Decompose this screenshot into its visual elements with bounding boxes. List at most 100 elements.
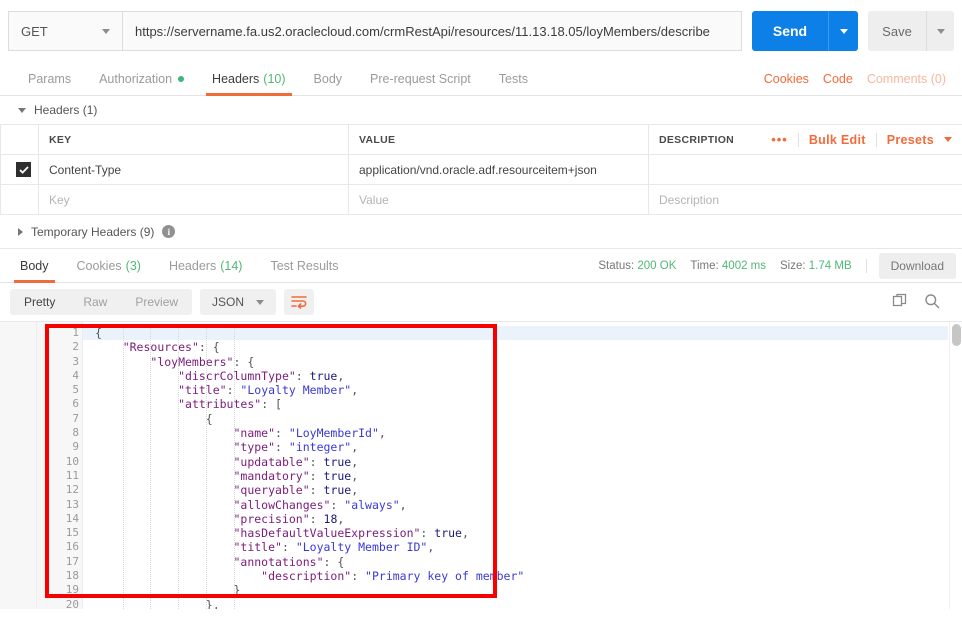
- code-line: },: [95, 598, 948, 609]
- send-button[interactable]: Send: [752, 11, 828, 51]
- line-number: 20: [37, 598, 82, 609]
- scrollbar-thumb[interactable]: [952, 324, 961, 346]
- tab-pre-request-script[interactable]: Pre-request Script: [356, 62, 485, 95]
- code-line: "queryable": true,: [95, 483, 948, 497]
- line-number: 3: [37, 355, 82, 369]
- code-line: }: [95, 583, 948, 597]
- new-row-description-input[interactable]: Description: [649, 185, 962, 215]
- line-number: 14: [37, 512, 82, 526]
- code-content[interactable]: { "Resources": { "loyMembers": { "discrC…: [83, 322, 948, 609]
- tab-label: Headers: [212, 72, 259, 86]
- new-row-key-input[interactable]: Key: [39, 185, 349, 215]
- copy-icon[interactable]: [892, 293, 908, 312]
- tab-authorization[interactable]: Authorization: [85, 62, 198, 95]
- response-body-code-viewer: 1234567891011121314151617181920 { "Resou…: [0, 321, 962, 609]
- response-body-actions: [892, 293, 952, 312]
- size-badge: Size: 1.74 MB: [780, 260, 852, 272]
- code-line: "description": "Primary key of member": [95, 569, 948, 583]
- authorization-status-dot-icon: [178, 76, 184, 82]
- download-button[interactable]: Download: [879, 253, 956, 279]
- code-line: "title": "Loyalty Member",: [95, 383, 948, 397]
- row-description-input[interactable]: [649, 155, 962, 185]
- row-value-input[interactable]: application/vnd.oracle.adf.resourceitem+…: [349, 155, 649, 185]
- status-label: Status:: [598, 260, 634, 272]
- new-row-checkbox-cell: [1, 185, 39, 215]
- bulk-edit-button[interactable]: Bulk Edit: [809, 133, 866, 147]
- view-mode-raw[interactable]: Raw: [69, 289, 121, 315]
- chevron-down-icon: [102, 29, 110, 34]
- request-tab-bar: Params Authorization Headers (10) Body P…: [0, 62, 962, 96]
- line-number: 12: [37, 483, 82, 497]
- send-options-button[interactable]: [828, 11, 858, 51]
- tab-test-results[interactable]: Test Results: [256, 249, 352, 282]
- headers-section-title-row[interactable]: Headers (1): [0, 96, 962, 124]
- cookies-link[interactable]: Cookies: [764, 72, 809, 86]
- line-number: 5: [37, 383, 82, 397]
- header-cell-key: KEY: [39, 125, 349, 155]
- save-button[interactable]: Save: [868, 11, 926, 51]
- row-enabled-checkbox[interactable]: [16, 162, 31, 177]
- request-url-input[interactable]: https://servername.fa.us2.oraclecloud.co…: [123, 11, 742, 51]
- line-number: 13: [37, 498, 82, 512]
- headers-section-title: Headers (1): [34, 103, 97, 117]
- tab-response-cookies[interactable]: Cookies (3): [63, 249, 155, 282]
- time-badge: Time: 4002 ms: [690, 260, 766, 272]
- code-line: "updatable": true,: [95, 455, 948, 469]
- line-number: 17: [37, 555, 82, 569]
- collapse-triangle-icon: [18, 108, 26, 113]
- header-cell-value: VALUE: [349, 125, 649, 155]
- chevron-down-icon: [840, 29, 848, 34]
- header-cell-checkbox: [1, 125, 39, 155]
- view-mode-pretty[interactable]: Pretty: [10, 289, 69, 315]
- tab-label: Body: [314, 72, 343, 86]
- code-line: {: [95, 412, 948, 426]
- header-cell-description-label: DESCRIPTION: [659, 134, 734, 146]
- status-value: 200 OK: [637, 260, 676, 272]
- temporary-headers-label: Temporary Headers (9): [31, 225, 154, 239]
- line-number: 4: [37, 369, 82, 383]
- divider: [798, 133, 799, 147]
- tab-params[interactable]: Params: [14, 62, 85, 95]
- response-format-select[interactable]: JSON: [200, 289, 276, 315]
- word-wrap-icon[interactable]: [284, 289, 314, 315]
- http-method-select[interactable]: GET: [8, 11, 123, 51]
- tab-label: Tests: [499, 72, 528, 86]
- tab-tests[interactable]: Tests: [485, 62, 542, 95]
- header-tools: DESCRIPTION ••• Bulk Edit Presets: [659, 125, 952, 154]
- view-mode-preview[interactable]: Preview: [121, 289, 192, 315]
- status-badge: Status: 200 OK: [598, 260, 676, 272]
- code-link[interactable]: Code: [823, 72, 853, 86]
- line-number: 16: [37, 540, 82, 554]
- temporary-headers-row[interactable]: Temporary Headers (9) i: [0, 215, 962, 249]
- tab-body[interactable]: Body: [300, 62, 357, 95]
- tab-count: (3): [126, 259, 141, 273]
- code-editor[interactable]: 1234567891011121314151617181920 { "Resou…: [37, 322, 948, 609]
- search-icon[interactable]: [924, 293, 940, 312]
- request-tab-actions: Cookies Code Comments (0): [764, 62, 948, 95]
- code-line: "allowChanges": "always",: [95, 498, 948, 512]
- comments-link[interactable]: Comments (0): [867, 72, 946, 86]
- line-number: 15: [37, 526, 82, 540]
- divider: [876, 133, 877, 147]
- line-number: 18: [37, 569, 82, 583]
- response-tab-bar: Body Cookies (3) Headers (14) Test Resul…: [0, 249, 962, 283]
- save-options-button[interactable]: [926, 11, 954, 51]
- more-options-icon[interactable]: •••: [771, 132, 788, 147]
- new-row-value-input[interactable]: Value: [349, 185, 649, 215]
- line-number: 7: [37, 412, 82, 426]
- tab-label: Cookies: [77, 259, 122, 273]
- presets-button[interactable]: Presets: [887, 133, 934, 147]
- row-key-input[interactable]: Content-Type: [39, 155, 349, 185]
- tab-response-headers[interactable]: Headers (14): [155, 249, 256, 282]
- table-header-row: KEY VALUE DESCRIPTION ••• Bulk Edit Pres…: [1, 125, 962, 155]
- line-number: 11: [37, 469, 82, 483]
- code-line: "mandatory": true,: [95, 469, 948, 483]
- code-line: "type": "integer",: [95, 440, 948, 454]
- tab-headers[interactable]: Headers (10): [198, 62, 299, 95]
- tab-response-body[interactable]: Body: [6, 249, 63, 282]
- chevron-down-icon: [944, 137, 952, 142]
- info-icon[interactable]: i: [162, 225, 175, 238]
- size-value: 1.74 MB: [809, 260, 852, 272]
- code-line: "Resources": {: [95, 340, 948, 354]
- code-vertical-scrollbar[interactable]: [949, 322, 962, 609]
